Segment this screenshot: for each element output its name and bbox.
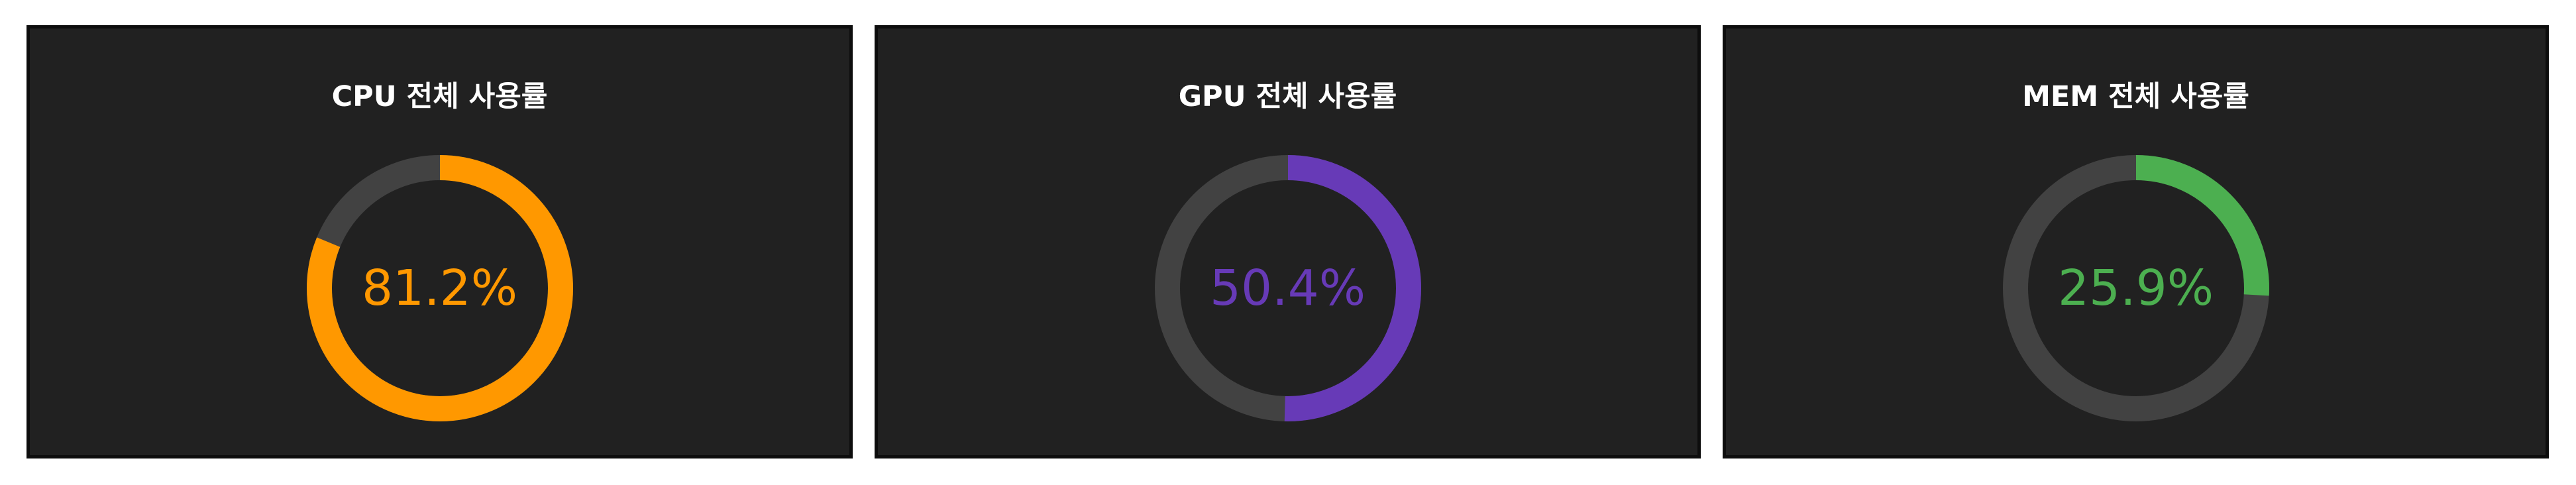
cpu-usage-panel: CPU 전체 사용률 81.2% [27,25,853,458]
gauge-value-label: 25.9% [2057,260,2214,317]
cpu-usage-gauge: 81.2% [301,149,579,427]
panel-title: MEM 전체 사용률 [2022,80,2249,113]
mem-usage-gauge: 25.9% [1997,149,2275,427]
gauge-value-label: 50.4% [1209,260,1366,317]
dashboard: CPU 전체 사용률 81.2% GPU 전체 사용률 50.4% MEM 전체… [0,0,2576,485]
gauge-value-label: 81.2% [361,260,518,317]
gpu-usage-gauge: 50.4% [1149,149,1427,427]
panel-title: CPU 전체 사용률 [331,80,548,113]
panel-title: GPU 전체 사용률 [1178,80,1397,113]
mem-usage-panel: MEM 전체 사용률 25.9% [1723,25,2549,458]
gpu-usage-panel: GPU 전체 사용률 50.4% [875,25,1701,458]
